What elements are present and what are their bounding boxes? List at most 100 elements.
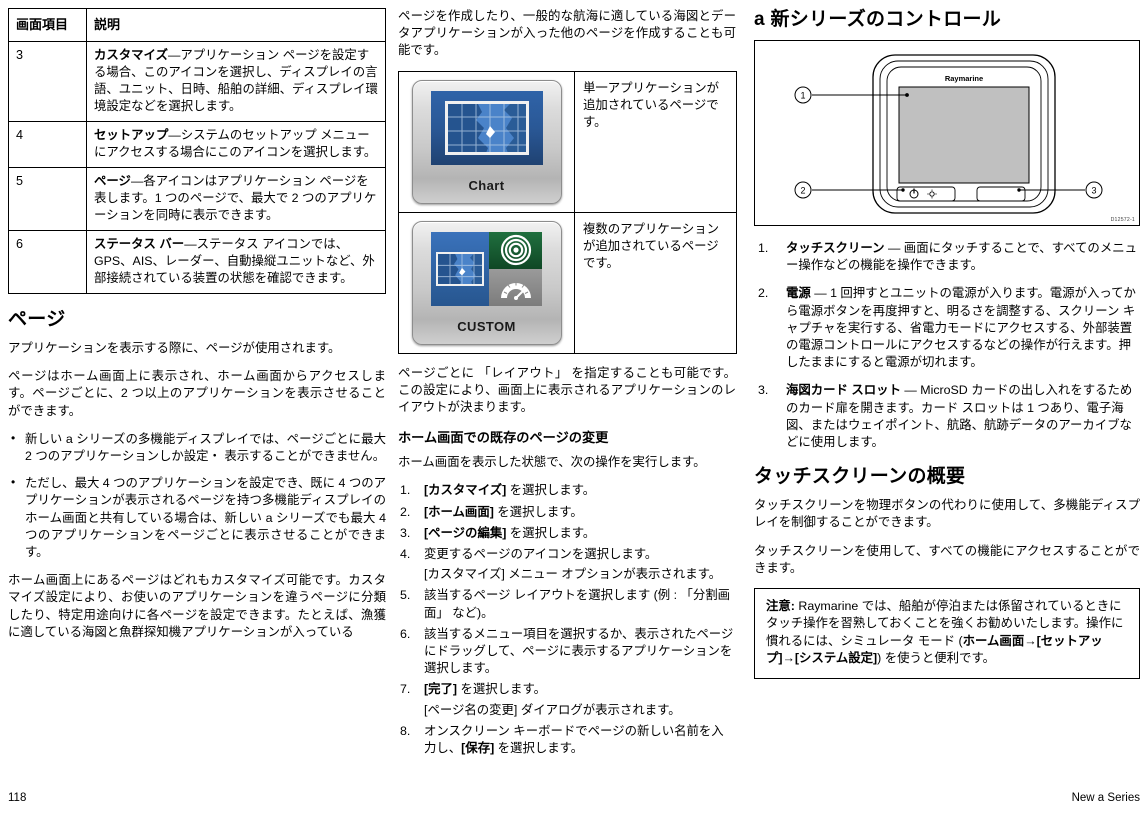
step-subtext: [ページ名の変更] ダイアログが表示されます。 (424, 702, 681, 717)
list-item: 該当するページ レイアウトを選択します (例 : 「分割画面」 など)。 (398, 587, 736, 621)
pages-bullet-list: 新しい a シリーズの多機能ディスプレイでは、ページごとに最大 2 つのアプリケ… (8, 430, 386, 561)
row-term: ページ (94, 174, 131, 188)
row-dash: — (168, 128, 181, 142)
modify-steps-list: [カスタマイズ] を選択します。 [ホーム画面] を選択します。 [ページの編集… (398, 482, 736, 757)
control-dash: — (904, 383, 917, 398)
custom-app-tile[interactable]: CUSTOM (411, 220, 562, 345)
control-term: 電源 (786, 286, 811, 301)
row-description: ページ—各アイコンはアプリケーション ページを表します。1 つのページで、最大で… (86, 167, 386, 231)
touchscreen-paragraph-1: タッチスクリーンを物理ボタンの代わりに使用して、多機能ディスプレイを制御すること… (754, 498, 1140, 530)
step-bold: [保存] (461, 741, 495, 756)
custom-tile-description: 複数のアプリケーションが追加されているページです。 (574, 211, 737, 354)
svg-text:2: 2 (800, 186, 805, 196)
step-text: を選択します。 (506, 525, 596, 540)
chart-app-tile[interactable]: Chart (411, 79, 562, 204)
note-arrow-1: → (1024, 633, 1037, 648)
page-icon-table: Chart 単一アプリケーションが追加されているページです。 CUSTOM 複数… (398, 70, 737, 354)
pages-paragraph-3-continued: ページを作成したり、一般的な航海に適している海図とデータアプリケーションが入った… (398, 9, 736, 58)
icon-table-row: CUSTOM 複数のアプリケーションが追加されているページです。 (398, 211, 737, 354)
row-item-number: 3 (8, 41, 87, 122)
table-row: 4 セットアップ—システムのセットアップ メニューにアクセスする場合にこのアイコ… (8, 121, 386, 168)
footer-document-title: New a Series (1071, 792, 1140, 804)
chart-tile-description: 単一アプリケーションが追加されているページです。 (574, 70, 737, 213)
chart-illustration (437, 253, 482, 284)
modify-section-intro: ホーム画面を表示した状態で、次の操作を実行します。 (398, 455, 706, 470)
gauge-quadrant-icon (488, 268, 543, 306)
list-item: [カスタマイズ] を選択します。 (398, 482, 736, 499)
row-item-number: 5 (8, 167, 87, 231)
layout-paragraph: ページごとに 「レイアウト」 を指定することも可能です。この設定により、画面上に… (398, 365, 736, 415)
control-dash: — (887, 241, 901, 255)
chart-tile-label: Chart (468, 177, 505, 193)
step-text: を選択します。 (506, 483, 596, 498)
step-text: 該当するページ レイアウトを選択します (例 : 「分割画面」 など)。 (424, 588, 731, 620)
pages-paragraph-3: ホーム画面上にあるページはどれもカスタマイズ可能です。カスタマイズ設定により、お… (8, 573, 386, 639)
modify-section-heading: ホーム画面での既存のページの変更 (398, 430, 609, 446)
step-text: を選択します。 (493, 504, 583, 519)
row-term: カスタマイズ (94, 48, 168, 62)
figure-id-label: D12572-1 (1110, 217, 1135, 223)
step-bold: [カスタマイズ] (424, 483, 507, 498)
svg-text:3: 3 (1091, 186, 1096, 196)
chart-icon (430, 90, 543, 165)
table-row: 6 ステータス バー—ステータス アイコンでは、GPS、AIS、レーダー、自動操… (8, 230, 386, 294)
control-dash: — (814, 286, 827, 301)
right-column: a 新シリーズのコントロール Raymarine 1 2 3 D12572-1 … (754, 8, 1140, 679)
custom-icon (430, 231, 543, 306)
list-item: 変更するページのアイコンを選択します。 [カスタマイズ] メニュー オプションが表… (398, 546, 736, 583)
chart-grid (435, 251, 484, 286)
step-bold: [ホーム画面] (424, 504, 494, 519)
custom-tile-cell: CUSTOM (398, 211, 575, 354)
left-column: 画面項目 説明 3 カスタマイズ—アプリケーション ページを設定する場合、このア… (8, 8, 386, 652)
device-figure: Raymarine 1 2 3 D12572-1 (754, 40, 1140, 226)
table-row: 5 ページ—各アイコンはアプリケーション ページを表します。1 つのページで、最… (8, 167, 386, 231)
row-item-number: 4 (8, 121, 87, 168)
list-item: [完了] を選択します。 [ページ名の変更] ダイアログが表示されます。 (398, 681, 736, 718)
note-arrow-2: → (782, 651, 795, 666)
table-row: 3 カスタマイズ—アプリケーション ページを設定する場合、このアイコンを選択し、… (8, 41, 386, 122)
row-description: セットアップ—システムのセットアップ メニューにアクセスする場合にこのアイコンを… (86, 121, 386, 168)
manual-page: 画面項目 説明 3 カスタマイズ—アプリケーション ページを設定する場合、このア… (0, 0, 1148, 814)
icon-table-row: Chart 単一アプリケーションが追加されているページです。 (398, 70, 737, 213)
gauge-icon (500, 282, 531, 301)
note-bold-system: [システム設定] (794, 651, 878, 666)
custom-tile-screen (430, 231, 543, 306)
row-dash: — (167, 48, 181, 62)
column-header-item: 画面項目 (8, 8, 87, 42)
radar-icon (500, 235, 531, 266)
callout-1: 1 (794, 86, 812, 104)
touchscreen-section-heading: タッチスクリーンの概要 (754, 466, 966, 488)
list-item: [ページの編集] を選択します。 (398, 525, 736, 542)
list-item: 新しい a シリーズの多機能ディスプレイでは、ページごとに最大 2 つのアプリケ… (8, 430, 386, 465)
column-header-description: 説明 (86, 8, 386, 42)
list-item: 該当するメニュー項目を選択するか、表示されたページにドラッグして、ページに表示す… (398, 626, 736, 678)
step-text-2: を選択します。 (494, 741, 584, 756)
step-text: 変更するページのアイコンを選択します。 (424, 547, 658, 562)
control-term: 海図カード スロット (786, 383, 901, 398)
note-label: 注意: (766, 599, 795, 614)
pages-paragraph-2: ページはホーム画面上に表示され、ホーム画面からアクセスします。ページごとに、2 … (8, 369, 386, 418)
chart-illustration (447, 103, 526, 152)
row-dash: — (130, 174, 144, 188)
row-description: ステータス バー—ステータス アイコンでは、GPS、AIS、レーダー、自動操縦ユ… (86, 230, 386, 294)
note-text-b: ) を使うと便利です。 (877, 651, 996, 666)
controls-section-heading: a 新シリーズのコントロール (754, 9, 1002, 30)
control-term: タッチスクリーン (786, 241, 885, 255)
chart-quadrant-icon (430, 231, 489, 306)
chart-tile-cell: Chart (398, 70, 575, 213)
row-term: ステータス バー (94, 237, 185, 251)
screen-items-table: 画面項目 説明 3 カスタマイズ—アプリケーション ページを設定する場合、このア… (8, 8, 386, 294)
table-header-row: 画面項目 説明 (8, 8, 386, 42)
row-dash: — (184, 237, 197, 251)
list-item: 海図カード スロット — MicroSD カードの出し入れをするためのカード扉を… (754, 382, 1140, 451)
step-subtext: [カスタマイズ] メニュー オプションが表示されます。 (424, 567, 722, 582)
list-item: ただし、最大 4 つのアプリケーションを設定でき、既に 4 つのアプリケーション… (8, 474, 386, 561)
control-text: 1 回押すとユニットの電源が入ります。電源が入ってから電源ボタンを再度押すと、明… (786, 286, 1136, 370)
chart-grid (444, 100, 529, 155)
list-item: 電源 — 1 回押すとユニットの電源が入ります。電源が入ってから電源ボタンを再度… (754, 285, 1140, 371)
step-bold: [ページの編集] (424, 525, 507, 540)
list-item: [ホーム画面] を選択します。 (398, 504, 736, 521)
step-text: を選択します。 (457, 682, 546, 697)
pages-paragraph-1: アプリケーションを表示する際に、ページが使用されます。 (8, 341, 341, 355)
list-item: タッチスクリーン — 画面にタッチすることで、すべてのメニュー操作などの機能を操… (754, 240, 1140, 274)
